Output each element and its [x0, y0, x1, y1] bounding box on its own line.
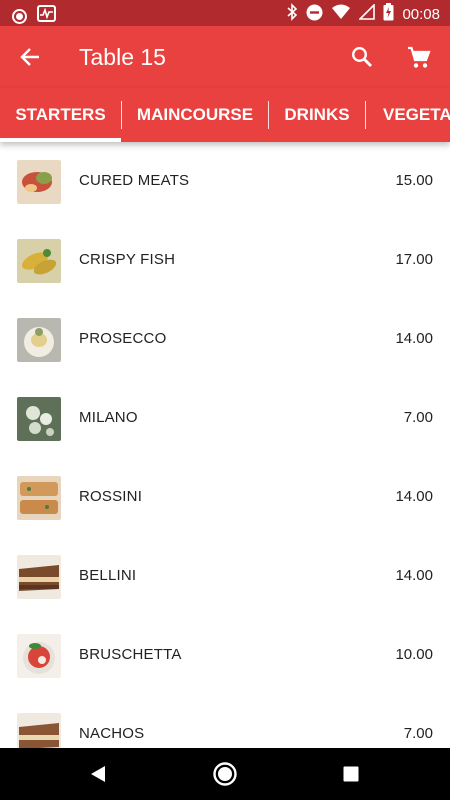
selected-tab-indicator	[0, 138, 121, 142]
nav-home-button[interactable]	[211, 760, 239, 788]
item-thumbnail	[17, 160, 61, 204]
list-item[interactable]: PROSECCO 14.00	[0, 300, 450, 379]
status-right-icons: 00:08	[286, 3, 440, 26]
item-name: PROSECCO	[79, 330, 167, 347]
nav-recents-button[interactable]	[337, 760, 365, 788]
status-bar: 00:08	[0, 0, 450, 26]
item-name: BRUSCHETTA	[79, 646, 182, 663]
status-left-icons	[12, 5, 56, 27]
system-nav-bar	[0, 748, 450, 800]
cart-button[interactable]	[402, 41, 436, 75]
item-name: MILANO	[79, 409, 138, 426]
page-title: Table 15	[79, 44, 166, 70]
back-triangle-icon	[91, 766, 105, 782]
item-name: BELLINI	[79, 567, 137, 584]
menu-list[interactable]: CURED MEATS 15.00 CRISPY FISH 17.00 PROS…	[0, 142, 450, 748]
status-time: 00:08	[402, 6, 440, 23]
arrow-back-icon	[20, 48, 39, 66]
category-tabs: STARTERS MAINCOURSE DRINKS VEGETA	[0, 88, 450, 142]
item-thumbnail	[17, 634, 61, 678]
signal-icon	[358, 3, 376, 25]
list-item[interactable]: ROSSINI 14.00	[0, 458, 450, 537]
item-price: 14.00	[395, 567, 433, 584]
item-price: 7.00	[403, 725, 433, 742]
list-item[interactable]: BRUSCHETTA 10.00	[0, 616, 450, 695]
record-icon	[12, 8, 27, 24]
list-item[interactable]: BELLINI 14.00	[0, 537, 450, 616]
tab-starters[interactable]: STARTERS	[0, 88, 121, 142]
item-name: NACHOS	[79, 725, 145, 742]
bluetooth-icon	[286, 3, 298, 26]
item-thumbnail	[17, 476, 61, 520]
search-button[interactable]	[346, 41, 378, 73]
item-thumbnail	[17, 239, 61, 283]
item-price: 15.00	[395, 172, 433, 189]
item-name: CRISPY FISH	[79, 251, 176, 268]
cart-icon	[408, 46, 431, 68]
list-item[interactable]: CURED MEATS 15.00	[0, 142, 450, 221]
list-item[interactable]: NACHOS 7.00	[0, 695, 450, 748]
wifi-icon	[331, 4, 351, 25]
item-name: CURED MEATS	[79, 172, 190, 189]
item-price: 7.00	[403, 409, 433, 426]
do-not-disturb-icon	[306, 4, 323, 26]
item-thumbnail	[17, 555, 61, 599]
back-button[interactable]	[14, 41, 46, 73]
item-price: 14.00	[395, 488, 433, 505]
tab-drinks[interactable]: DRINKS	[269, 88, 365, 142]
nav-back-button[interactable]	[84, 760, 112, 788]
tab-divider	[365, 101, 366, 129]
activity-icon	[37, 5, 56, 27]
item-price: 10.00	[395, 646, 433, 663]
recents-square-icon	[343, 766, 359, 782]
list-item[interactable]: MILANO 7.00	[0, 379, 450, 458]
item-thumbnail	[17, 318, 61, 362]
home-circle-icon	[213, 762, 237, 786]
battery-charging-icon	[383, 3, 394, 26]
item-price: 17.00	[395, 251, 433, 268]
list-item[interactable]: CRISPY FISH 17.00	[0, 221, 450, 300]
tab-vegetables[interactable]: VEGETA	[383, 88, 450, 142]
search-icon	[351, 46, 372, 67]
app-bar: Table 15	[0, 26, 450, 88]
item-thumbnail	[17, 397, 61, 441]
item-name: ROSSINI	[79, 488, 143, 505]
tab-maincourse[interactable]: MAINCOURSE	[122, 88, 268, 142]
item-thumbnail	[17, 713, 61, 748]
item-price: 14.00	[395, 330, 433, 347]
